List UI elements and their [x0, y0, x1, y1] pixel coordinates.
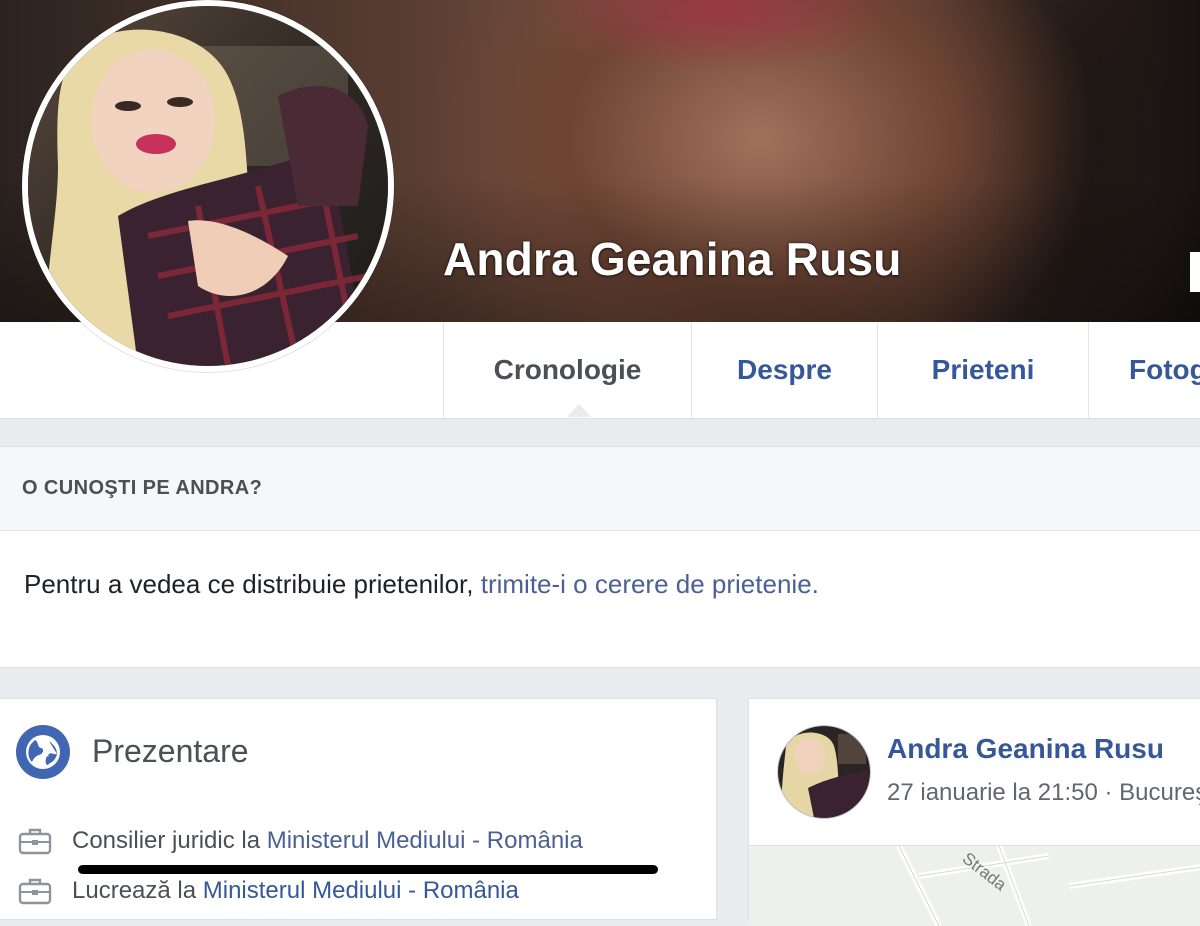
- intro-card: Prezentare Consilier juridic la Minister…: [0, 698, 717, 920]
- friend-request-card: O CUNOŞTI PE ANDRA? Pentru a vedea ce di…: [0, 446, 1200, 668]
- intro-work-prefix: Lucrează la: [72, 877, 197, 904]
- intro-row-job: Consilier juridic la Ministerul Mediului…: [18, 827, 583, 855]
- post-card: Andra Geanina Rusu 27 ianuarie la 21:50 …: [748, 698, 1200, 926]
- post-author-avatar[interactable]: [777, 725, 871, 819]
- briefcase-icon: [18, 877, 52, 905]
- tab-despre[interactable]: Despre: [691, 322, 877, 418]
- tab-label: Despre: [737, 354, 832, 385]
- intro-row-work: Lucrează la Ministerul Mediului - Români…: [18, 877, 519, 905]
- cover-edge-decoration: [1190, 252, 1200, 292]
- intro-work-link[interactable]: Ministerul Mediului - România: [203, 877, 519, 905]
- post-timestamp[interactable]: 27 ianuarie la 21:50 · Bucureşti: [887, 779, 1200, 807]
- tab-prieteni[interactable]: Prieteni: [877, 322, 1088, 418]
- post-map[interactable]: Strada: [749, 845, 1200, 926]
- redaction-underline: [78, 865, 658, 874]
- globe-icon: [16, 725, 70, 779]
- profile-picture-image: [28, 6, 388, 366]
- active-tab-indicator: [567, 404, 591, 417]
- tab-label: Prieteni: [931, 354, 1035, 385]
- profile-picture[interactable]: [22, 0, 394, 372]
- friend-request-text: Pentru a vedea ce distribuie prietenilor…: [0, 531, 1200, 600]
- profile-name[interactable]: Andra Geanina Rusu: [443, 232, 902, 286]
- friend-request-message: Pentru a vedea ce distribuie prietenilor…: [24, 569, 474, 599]
- friend-request-heading: O CUNOŞTI PE ANDRA?: [0, 447, 1200, 531]
- intro-job-prefix: Consilier juridic la: [72, 827, 261, 854]
- post-author-name[interactable]: Andra Geanina Rusu: [887, 733, 1164, 765]
- intro-job-link[interactable]: Ministerul Mediului - România: [267, 827, 583, 855]
- briefcase-icon: [18, 827, 52, 855]
- tab-label: Cronologie: [493, 354, 642, 385]
- intro-title: Prezentare: [92, 733, 249, 769]
- send-friend-request-link[interactable]: trimite-i o cerere de prietenie.: [481, 569, 819, 599]
- tab-label: Fotografii: [1129, 354, 1200, 385]
- tab-fotografii[interactable]: Fotografii: [1088, 322, 1200, 418]
